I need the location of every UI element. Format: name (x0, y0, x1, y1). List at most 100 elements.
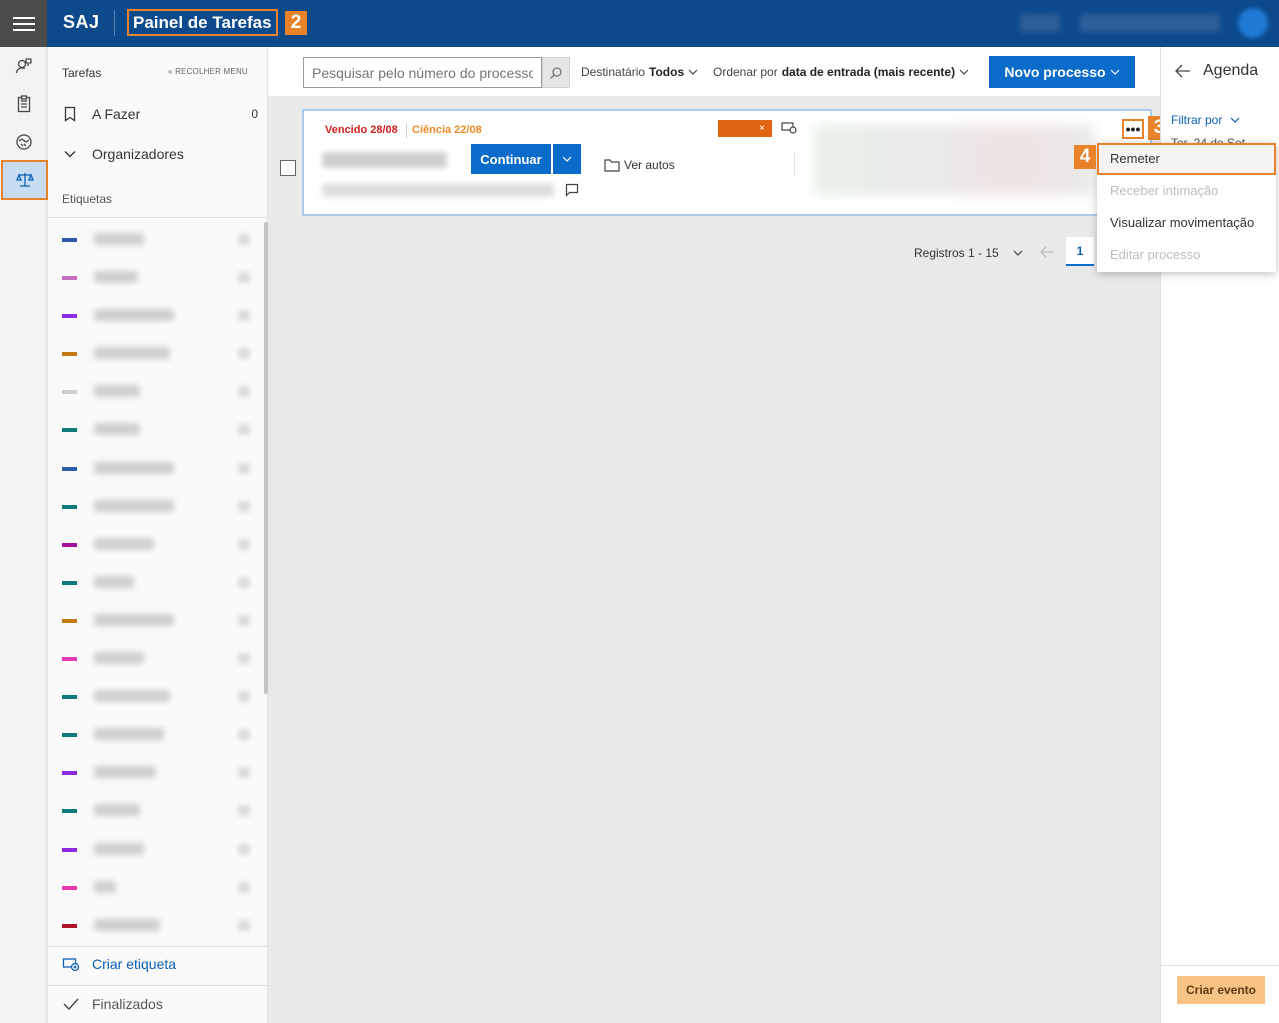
chevron-down-icon (1110, 69, 1119, 75)
tag-count-blurred (238, 767, 250, 779)
task-card[interactable]: Vencido 28/08 Ciência 22/08 Continuar Ve… (302, 109, 1152, 216)
top-bar: SAJ Painel de Tarefas 2 (0, 0, 1279, 47)
tag-remove-button[interactable]: × (759, 123, 765, 134)
tag-count-blurred (238, 348, 250, 360)
icon-rail: 1 (0, 47, 73, 1023)
tag-count-blurred (238, 919, 250, 931)
tag-item[interactable] (48, 910, 258, 948)
tag-item[interactable] (48, 795, 258, 833)
rail-item-process[interactable] (1, 160, 48, 200)
tag-item[interactable] (48, 529, 258, 567)
records-per-page-select[interactable]: Registros 1 - 15 (914, 246, 1023, 260)
view-records-link[interactable]: Ver autos (604, 158, 675, 172)
collapse-menu-button[interactable]: « RECOLHER MENU (168, 67, 248, 76)
tag-count-blurred (238, 729, 250, 741)
tag-item[interactable] (48, 757, 258, 795)
order-label: Ordenar por (713, 65, 778, 79)
tag-count-blurred (238, 386, 250, 398)
view-records-label: Ver autos (624, 158, 675, 172)
previous-page-button[interactable] (1037, 240, 1057, 264)
create-event-button[interactable]: Criar evento (1177, 976, 1265, 1004)
tag-name-blurred (94, 461, 174, 474)
search-button[interactable] (542, 57, 570, 88)
tag-item[interactable] (48, 491, 258, 529)
sidebar-item-todo[interactable]: A Fazer 0 (62, 102, 258, 126)
context-menu-item[interactable]: Remeter (1097, 143, 1276, 175)
tag-item[interactable] (48, 262, 258, 300)
agenda-header[interactable]: Agenda (1175, 62, 1258, 80)
tag-item[interactable] (48, 834, 258, 872)
tag-color-swatch (62, 847, 77, 852)
tag-item[interactable] (48, 605, 258, 643)
chevron-down-icon (688, 69, 698, 75)
arrow-left-icon (1040, 246, 1053, 258)
tag-badge[interactable]: × (718, 120, 772, 137)
recipient-value: Todos (649, 65, 685, 79)
tag-item[interactable] (48, 414, 258, 452)
task-checkbox[interactable] (280, 160, 296, 176)
current-page-button[interactable]: 1 (1066, 237, 1094, 266)
search-input[interactable] (303, 57, 542, 88)
context-menu-item[interactable]: Visualizar movimentação (1097, 207, 1276, 239)
filter-by-button[interactable]: Filtrar por (1171, 113, 1240, 127)
more-actions-button[interactable]: ••• (1122, 119, 1144, 139)
due-date-label: Vencido 28/08 (325, 124, 398, 136)
handshake-icon[interactable] (0, 123, 47, 161)
new-process-button[interactable]: Novo processo (989, 56, 1135, 88)
hamburger-menu-icon[interactable] (0, 0, 47, 47)
process-subject-blurred (322, 183, 554, 197)
callout-badge-2: 2 (285, 11, 307, 35)
user-search-icon[interactable] (0, 47, 47, 85)
tag-item[interactable] (48, 224, 258, 262)
tag-item[interactable] (48, 567, 258, 605)
scrollbar[interactable] (264, 222, 268, 694)
tag-item[interactable] (48, 872, 258, 910)
tag-add-icon (62, 958, 80, 972)
page-title: Painel de Tarefas (127, 9, 278, 36)
tag-color-swatch (62, 657, 77, 662)
tag-item[interactable] (48, 719, 258, 757)
bookmark-icon (64, 106, 76, 122)
continue-button[interactable]: Continuar (471, 144, 551, 174)
tag-item[interactable] (48, 643, 258, 681)
tag-color-swatch (62, 809, 77, 814)
tag-name-blurred (94, 842, 144, 855)
order-filter[interactable]: Ordenar por data de entrada (mais recent… (713, 65, 969, 79)
todo-count: 0 (251, 107, 258, 121)
chevron-down-icon (1230, 117, 1240, 123)
tag-name-blurred (94, 233, 144, 245)
tag-count-blurred (238, 272, 250, 284)
process-number-blurred (322, 152, 447, 168)
tag-color-swatch (62, 618, 77, 623)
filter-by-label: Filtrar por (1171, 113, 1223, 127)
tag-item[interactable] (48, 300, 258, 338)
process-details-blurred (814, 125, 1094, 195)
clipboard-icon[interactable] (0, 85, 47, 123)
sidebar-item-label: A Fazer (92, 106, 141, 122)
comment-icon[interactable] (565, 183, 579, 197)
chevron-down-icon (64, 151, 76, 158)
tag-item[interactable] (48, 376, 258, 414)
science-date-label: Ciência 22/08 (412, 124, 482, 136)
tag-item[interactable] (48, 681, 258, 719)
tag-color-swatch (62, 352, 77, 357)
tag-name-blurred (94, 347, 170, 360)
avatar[interactable] (1238, 8, 1268, 38)
tag-name-blurred (94, 728, 164, 741)
checkmark-icon (63, 998, 79, 1011)
sidebar-menu: Tarefas « RECOLHER MENU A Fazer 0 Organi… (48, 47, 268, 1023)
tag-item[interactable] (48, 453, 258, 491)
tag-color-swatch (62, 238, 77, 242)
recipient-filter[interactable]: Destinatário Todos (581, 65, 698, 79)
context-menu-item: Receber intimação (1110, 183, 1219, 198)
tag-count-blurred (238, 805, 250, 817)
tag-icon[interactable] (781, 121, 797, 135)
tag-item[interactable] (48, 338, 258, 376)
create-tag-button[interactable]: Criar etiqueta (62, 955, 176, 973)
continue-dropdown-button[interactable] (553, 144, 581, 174)
brand-logo: SAJ (63, 12, 100, 32)
tag-color-swatch (62, 733, 77, 738)
search-icon (550, 66, 562, 79)
sidebar-item-organizers[interactable]: Organizadores (62, 142, 258, 166)
sidebar-item-finalized[interactable]: Finalizados (62, 995, 163, 1013)
